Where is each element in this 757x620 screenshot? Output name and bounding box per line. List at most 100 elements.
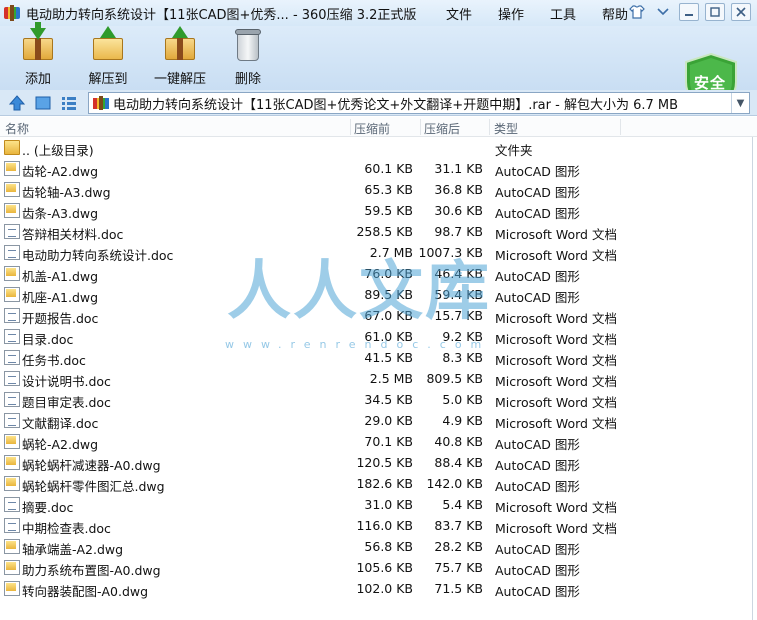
file-size: 34.5 KB <box>364 392 413 407</box>
file-row[interactable]: 摘要.doc 31.0 KB 5.4 KB Microsoft Word 文档 <box>0 494 757 515</box>
close-icon[interactable] <box>731 3 751 21</box>
column-type[interactable]: 类型 <box>494 120 518 137</box>
file-size: 2.5 MB <box>369 371 413 386</box>
autocad-dwg-icon <box>4 434 20 449</box>
add-label: 添加 <box>24 72 51 87</box>
file-name: 齿轮轴-A3.dwg <box>22 185 111 200</box>
file-row[interactable]: 设计说明书.doc 2.5 MB 809.5 KB Microsoft Word 文档 <box>0 368 757 389</box>
delete-label: 删除 <box>234 72 261 87</box>
file-row[interactable]: 蜗轮蜗杆零件图汇总.dwg 182.6 KB 142.0 KB AutoCAD 图形 <box>0 473 757 494</box>
file-compressed-size: 5.0 KB <box>442 392 483 407</box>
extract-to-button[interactable]: 解压到 <box>70 26 146 87</box>
file-row[interactable]: 目录.doc 61.0 KB 9.2 KB Microsoft Word 文档 <box>0 326 757 347</box>
menu-file[interactable]: 文件 <box>433 4 485 23</box>
file-type: Microsoft Word 文档 <box>495 374 617 389</box>
file-name: 蜗轮-A2.dwg <box>22 437 99 452</box>
thumbnail-view-icon[interactable] <box>34 94 52 112</box>
column-name[interactable]: 名称 <box>5 120 29 137</box>
word-doc-icon <box>4 308 20 323</box>
file-type: 文件夹 <box>495 143 533 158</box>
file-compressed-size: 9.2 KB <box>442 329 483 344</box>
word-doc-icon <box>4 497 20 512</box>
menu-tools[interactable]: 工具 <box>537 4 589 23</box>
file-row[interactable]: 齿轮轴-A3.dwg 65.3 KB 36.8 KB AutoCAD 图形 <box>0 179 757 200</box>
file-name: 任务书.doc <box>22 353 86 368</box>
file-type: AutoCAD 图形 <box>495 479 580 494</box>
file-row[interactable]: 齿条-A3.dwg 59.5 KB 30.6 KB AutoCAD 图形 <box>0 200 757 221</box>
file-compressed-size: 4.9 KB <box>442 413 483 428</box>
file-row[interactable]: 蜗轮-A2.dwg 70.1 KB 40.8 KB AutoCAD 图形 <box>0 431 757 452</box>
file-type: Microsoft Word 文档 <box>495 416 617 431</box>
minimize-icon[interactable] <box>679 3 699 21</box>
file-size: 258.5 KB <box>356 224 413 239</box>
file-name: 机座-A1.dwg <box>22 290 99 305</box>
file-row[interactable]: 中期检查表.doc 116.0 KB 83.7 KB Microsoft Word 文… <box>0 515 757 536</box>
file-size: 41.5 KB <box>364 350 413 365</box>
file-compressed-size: 71.5 KB <box>434 581 483 596</box>
column-compressed[interactable]: 压缩后 <box>424 120 460 137</box>
autocad-dwg-icon <box>4 560 20 575</box>
file-row[interactable]: 答辩相关材料.doc 258.5 KB 98.7 KB Microsoft Word … <box>0 221 757 242</box>
file-name: 答辩相关材料.doc <box>22 227 124 242</box>
file-name: 文献翻译.doc <box>22 416 99 431</box>
file-row[interactable]: 电动助力转向系统设计.doc 2.7 MB 1007.3 KB Microsoft W… <box>0 242 757 263</box>
file-row[interactable]: 轴承端盖-A2.dwg 56.8 KB 28.2 KB AutoCAD 图形 <box>0 536 757 557</box>
add-button[interactable]: 添加 <box>0 22 76 87</box>
file-compressed-size: 83.7 KB <box>434 518 483 533</box>
file-name: 设计说明书.doc <box>22 374 111 389</box>
column-size[interactable]: 压缩前 <box>354 120 390 137</box>
file-row[interactable]: 转向器装配图-A0.dwg 102.0 KB 71.5 KB AutoCAD 图形 <box>0 578 757 599</box>
menu-bar: 文件 操作 工具 帮助 <box>433 4 641 23</box>
toolbar: 添加 解压到 一键解压 删除 安全 <box>0 22 757 114</box>
skin-shirt-icon[interactable] <box>627 3 647 21</box>
word-doc-icon <box>4 518 20 533</box>
word-doc-icon <box>4 392 20 407</box>
address-path-field[interactable]: 电动助力转向系统设计【11张CAD图+优秀论文+外文翻译+开题中期】.rar -… <box>88 92 750 114</box>
autocad-dwg-icon <box>4 287 20 302</box>
file-compressed-size: 75.7 KB <box>434 560 483 575</box>
delete-button[interactable]: 删除 <box>210 28 286 87</box>
file-size: 65.3 KB <box>364 182 413 197</box>
file-size: 76.0 KB <box>364 266 413 281</box>
file-row[interactable]: 文献翻译.doc 29.0 KB 4.9 KB Microsoft Word 文档 <box>0 410 757 431</box>
file-row[interactable]: 蜗轮蜗杆减速器-A0.dwg 120.5 KB 88.4 KB AutoCAD 图形 <box>0 452 757 473</box>
file-name: 摘要.doc <box>22 500 74 515</box>
file-type: Microsoft Word 文档 <box>495 500 617 515</box>
file-compressed-size: 1007.3 KB <box>418 245 483 260</box>
file-compressed-size: 30.6 KB <box>434 203 483 218</box>
word-doc-icon <box>4 245 20 260</box>
file-size: 59.5 KB <box>364 203 413 218</box>
file-row[interactable]: 齿轮-A2.dwg 60.1 KB 31.1 KB AutoCAD 图形 <box>0 158 757 179</box>
file-type: Microsoft Word 文档 <box>495 521 617 536</box>
file-type: AutoCAD 图形 <box>495 206 580 221</box>
file-row[interactable]: 助力系统布置图-A0.dwg 105.6 KB 75.7 KB AutoCAD 图形 <box>0 557 757 578</box>
file-name: 齿轮-A2.dwg <box>22 164 99 179</box>
file-row[interactable]: 开题报告.doc 67.0 KB 15.7 KB Microsoft Word 文档 <box>0 305 757 326</box>
file-row[interactable]: 机座-A1.dwg 89.5 KB 59.4 KB AutoCAD 图形 <box>0 284 757 305</box>
maximize-icon[interactable] <box>705 3 725 21</box>
autocad-dwg-icon <box>4 182 20 197</box>
file-size: 67.0 KB <box>364 308 413 323</box>
file-size: 116.0 KB <box>356 518 413 533</box>
file-name: 目录.doc <box>22 332 74 347</box>
file-name: 电动助力转向系统设计.doc <box>22 248 174 263</box>
up-arrow-icon[interactable] <box>8 94 26 112</box>
file-row[interactable]: .. (上级目录) 文件夹 <box>0 137 757 158</box>
file-row[interactable]: 题目审定表.doc 34.5 KB 5.0 KB Microsoft Word 文档 <box>0 389 757 410</box>
file-compressed-size: 88.4 KB <box>434 455 483 470</box>
dropdown-menu-icon[interactable] <box>653 3 673 21</box>
file-row[interactable]: 任务书.doc 41.5 KB 8.3 KB Microsoft Word 文档 <box>0 347 757 368</box>
file-name: 轴承端盖-A2.dwg <box>22 542 124 557</box>
file-type: Microsoft Word 文档 <box>495 227 617 242</box>
file-row[interactable]: 机盖-A1.dwg 76.0 KB 46.4 KB AutoCAD 图形 <box>0 263 757 284</box>
extract-to-label: 解压到 <box>88 72 128 87</box>
chevron-down-icon[interactable]: ▼ <box>731 93 749 113</box>
menu-operate[interactable]: 操作 <box>485 4 537 23</box>
one-click-extract-button[interactable]: 一键解压 <box>140 26 220 87</box>
autocad-dwg-icon <box>4 266 20 281</box>
file-compressed-size: 59.4 KB <box>434 287 483 302</box>
file-compressed-size: 809.5 KB <box>426 371 483 386</box>
scrollbar-track[interactable] <box>752 137 757 620</box>
extract-folder-icon <box>90 26 126 62</box>
list-view-icon[interactable] <box>60 94 78 112</box>
